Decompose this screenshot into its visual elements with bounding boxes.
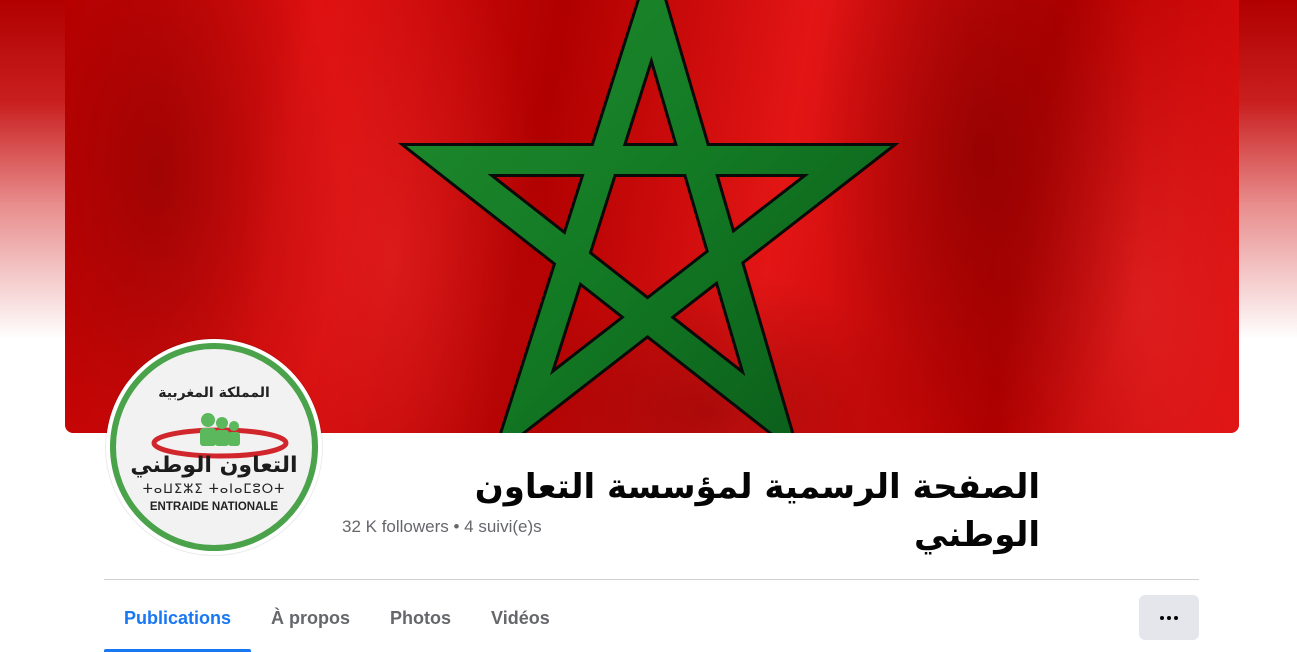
tab-photos[interactable]: Photos	[370, 596, 471, 640]
logo-tifinagh: ⵜⴰⵡⵉⵣⵉ ⵜⴰⵏⴰⵎⵓⵔⵜ	[142, 482, 286, 497]
tab-publications[interactable]: Publications	[104, 596, 252, 652]
profile-avatar[interactable]: المملكة المغربية التعاون الوطني ⵜⴰⵡⵉⵣⵉ ⵜ…	[106, 339, 322, 555]
more-options-button[interactable]	[1139, 595, 1199, 640]
more-horizontal-icon	[1160, 615, 1178, 620]
page-title-text: الصفحة الرسمية لمؤسسة التعاون الوطني	[474, 467, 1040, 555]
tab-about[interactable]: À propos	[251, 596, 370, 640]
divider	[104, 579, 1199, 580]
people-group-icon	[200, 413, 240, 446]
page-title: الصفحة الرسمية لمؤسسة التعاون الوطني	[340, 463, 1040, 559]
tab-videos[interactable]: Vidéos	[471, 596, 570, 640]
entraide-nationale-logo: المملكة المغربية التعاون الوطني ⵜⴰⵡⵉⵣⵉ ⵜ…	[110, 343, 318, 551]
logo-french-name: ENTRAIDE NATIONALE	[149, 501, 279, 513]
logo-arabic-entraide: التعاون الوطني	[130, 453, 298, 478]
profile-tabs: Publications À propos Photos Vidéos	[104, 596, 570, 652]
follower-stats[interactable]: 32 K followers • 4 suivi(e)s	[342, 517, 542, 537]
logo-arabic-kingdom: المملكة المغربية	[158, 385, 270, 401]
